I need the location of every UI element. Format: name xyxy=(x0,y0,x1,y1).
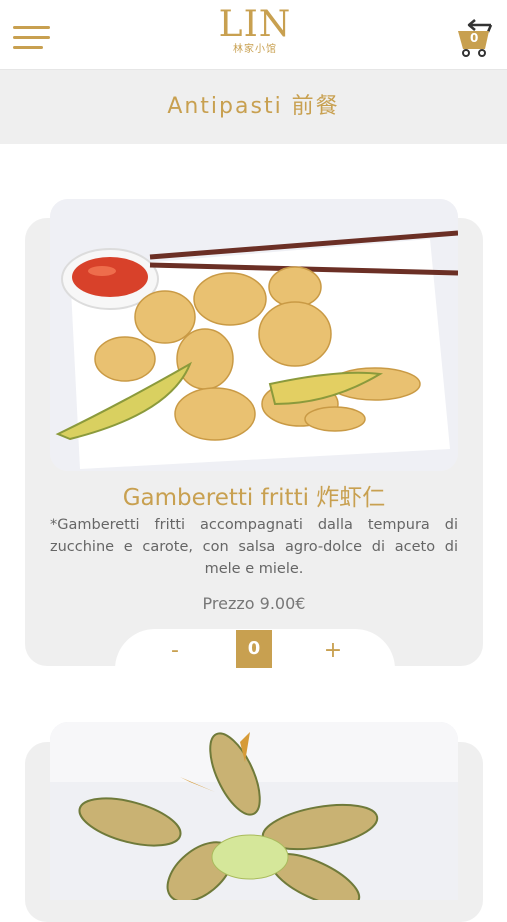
increase-quantity-button[interactable]: + xyxy=(313,633,353,669)
hamburger-menu-icon[interactable] xyxy=(13,24,50,52)
category-header: Antipasti 前餐 xyxy=(0,70,507,144)
dish-image[interactable] xyxy=(50,722,458,900)
logo[interactable]: LIN 林家小馆 xyxy=(210,6,300,56)
dish-description: *Gamberetti fritti accompagnati dalla te… xyxy=(50,514,458,602)
decrease-quantity-button[interactable]: - xyxy=(155,633,195,669)
dish-image[interactable] xyxy=(50,199,458,471)
fried-zucchini-flowers-illustration xyxy=(50,722,458,900)
category-title: Antipasti 前餐 xyxy=(167,94,340,119)
dish-description-line: zucchine e carote, con salsa agro-dolce … xyxy=(50,539,458,555)
top-bar: LIN 林家小馆 0 xyxy=(0,0,507,70)
shopping-cart-icon[interactable]: 0 xyxy=(455,14,497,58)
logo-subtitle: 林家小馆 xyxy=(233,44,277,55)
dish-description-line: mele e miele. xyxy=(204,561,304,577)
dish-title: Gamberetti fritti 炸虾仁 xyxy=(122,485,386,511)
fried-shrimp-illustration xyxy=(50,199,458,471)
logo-text: LIN xyxy=(218,4,292,45)
dish-description-line: *Gamberetti fritti accompagnati dalla te… xyxy=(50,517,458,533)
quantity-stepper: - 0 + xyxy=(115,629,395,669)
quantity-value[interactable]: 0 xyxy=(236,630,272,668)
dish-price: Prezzo 9.00€ xyxy=(202,594,306,613)
cart-count-badge: 0 xyxy=(470,31,479,45)
